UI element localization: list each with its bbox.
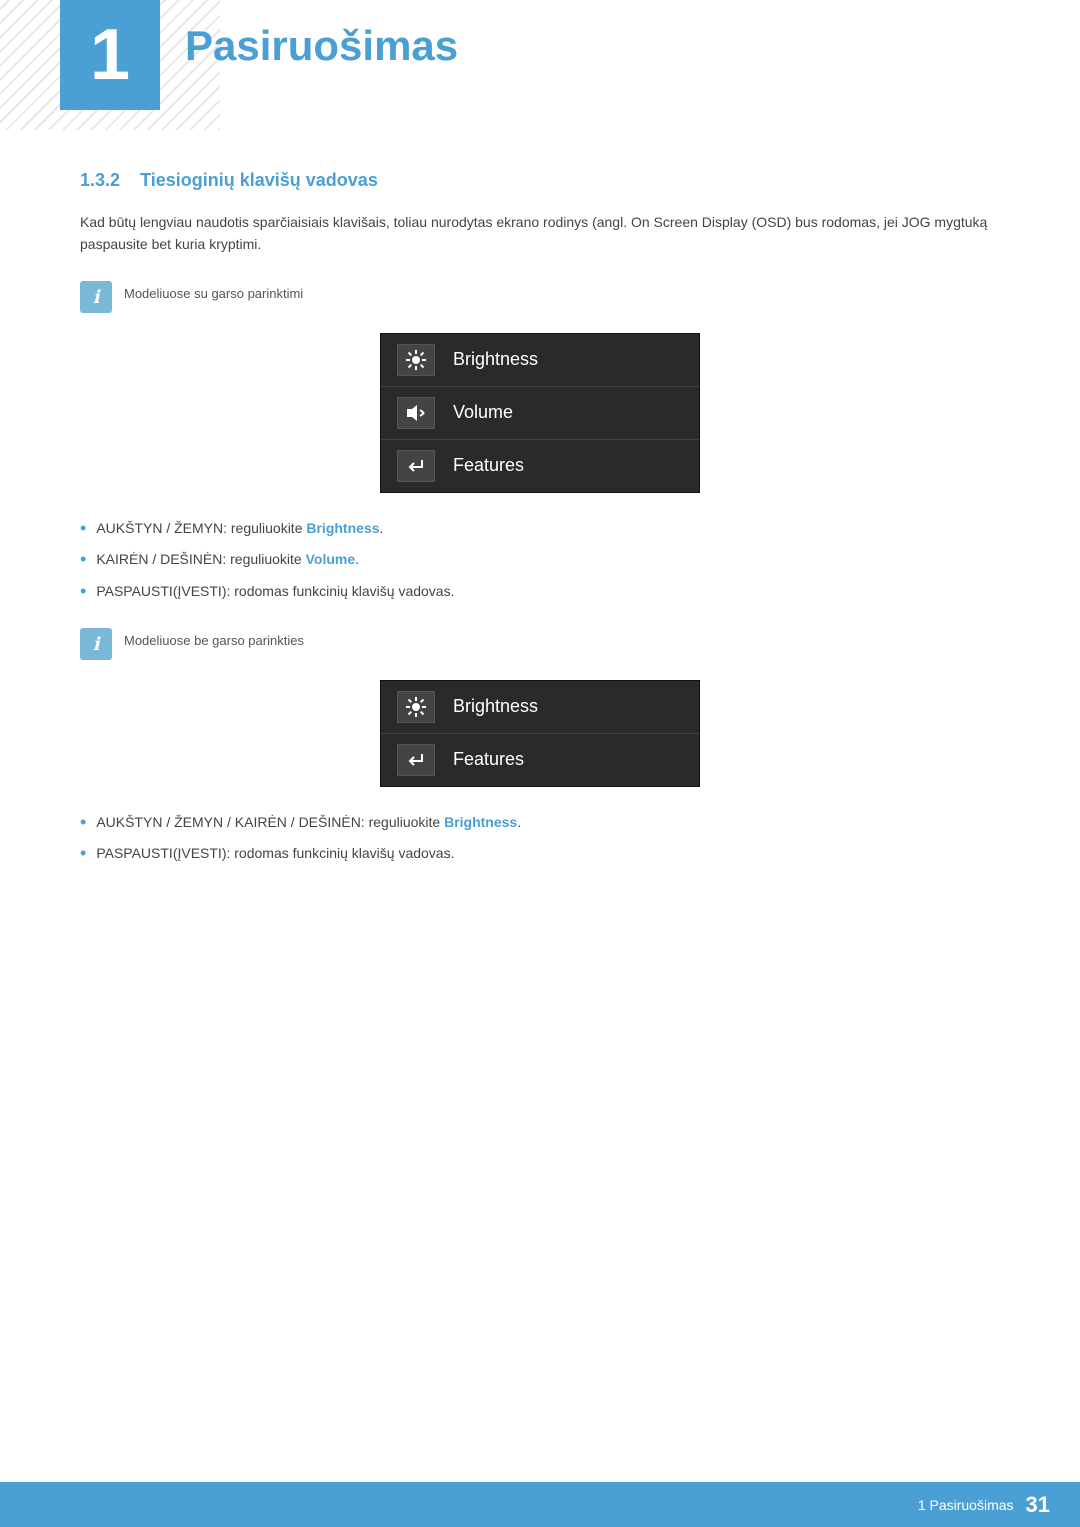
osd-label-brightness-2: Brightness <box>453 696 538 717</box>
osd-icon-features-1 <box>397 450 435 482</box>
section-title: Tiesioginių klavišų vadovas <box>140 170 378 190</box>
section-number: 1.3.2 <box>80 170 120 190</box>
osd-container-1: Brightness Volume <box>80 333 1000 493</box>
bullet-item-2-2: • PASPAUSTI(ĮVESTI): rodomas funkcinių k… <box>80 843 1000 865</box>
osd-label-features-2: Features <box>453 749 524 770</box>
note-text-1: Modeliuose su garso parinktimi <box>124 281 303 301</box>
osd-container-2: Brightness Features <box>80 680 1000 787</box>
note-text-2: Modeliuose be garso parinkties <box>124 628 304 648</box>
bullet-list-1: • AUKŠTYN / ŽEMYN: reguliuokite Brightne… <box>80 518 1000 603</box>
highlight-brightness-2: Brightness <box>444 814 517 830</box>
osd-row-features-2: Features <box>381 734 699 786</box>
enter-icon-2 <box>405 749 427 771</box>
osd-row-brightness-1: Brightness <box>381 334 699 387</box>
osd-label-volume-1: Volume <box>453 402 513 423</box>
bullet-list-2: • AUKŠTYN / ŽEMYN / KAIRĖN / DEŠINĖN: re… <box>80 812 1000 865</box>
bullet-dot-1-1: • <box>80 518 86 540</box>
bullet-item-1-2: • KAIRĖN / DEŠINĖN: reguliuokite Volume. <box>80 549 1000 571</box>
osd-icon-features-2 <box>397 744 435 776</box>
chapter-number: 1 <box>90 19 130 91</box>
volume-icon-1 <box>405 402 427 424</box>
osd-icon-brightness-2 <box>397 691 435 723</box>
bullet-dot-2-1: • <box>80 812 86 834</box>
header-area: 1 Pasiruošimas <box>0 0 1080 130</box>
bullet-text-2-1: AUKŠTYN / ŽEMYN / KAIRĖN / DEŠINĖN: regu… <box>96 812 521 833</box>
bullet-item-2-1: • AUKŠTYN / ŽEMYN / KAIRĖN / DEŠINĖN: re… <box>80 812 1000 834</box>
footer-page-number: 31 <box>1026 1492 1050 1518</box>
osd-row-brightness-2: Brightness <box>381 681 699 734</box>
bullet-text-1-3: PASPAUSTI(ĮVESTI): rodomas funkcinių kla… <box>96 581 454 602</box>
bullet-dot-1-2: • <box>80 549 86 571</box>
bullet-text-1-2: KAIRĖN / DEŠINĖN: reguliuokite Volume. <box>96 549 359 570</box>
page-footer: 1 Pasiruošimas 31 <box>0 1482 1080 1527</box>
page: 1 Pasiruošimas 1.3.2 Tiesioginių klavišų… <box>0 0 1080 1527</box>
osd-box-2: Brightness Features <box>380 680 700 787</box>
bullet-item-1-1: • AUKŠTYN / ŽEMYN: reguliuokite Brightne… <box>80 518 1000 540</box>
brightness-icon-1 <box>405 349 427 371</box>
highlight-volume-1: Volume <box>306 551 356 567</box>
note-icon-1: ℹ <box>80 281 112 313</box>
chapter-title: Pasiruošimas <box>185 22 458 70</box>
osd-label-features-1: Features <box>453 455 524 476</box>
osd-icon-brightness-1 <box>397 344 435 376</box>
osd-box-1: Brightness Volume <box>380 333 700 493</box>
note-block-1: ℹ Modeliuose su garso parinktimi <box>80 281 1000 313</box>
highlight-brightness-1: Brightness <box>306 520 379 536</box>
brightness-icon-2 <box>405 696 427 718</box>
bullet-text-1-1: AUKŠTYN / ŽEMYN: reguliuokite Brightness… <box>96 518 383 539</box>
osd-row-features-1: Features <box>381 440 699 492</box>
bullet-dot-2-2: • <box>80 843 86 865</box>
main-content: 1.3.2 Tiesioginių klavišų vadovas Kad bū… <box>0 130 1080 970</box>
osd-icon-volume-1 <box>397 397 435 429</box>
section-heading: 1.3.2 Tiesioginių klavišų vadovas <box>80 170 1000 191</box>
footer-chapter-text: 1 Pasiruošimas <box>918 1497 1014 1513</box>
bullet-item-1-3: • PASPAUSTI(ĮVESTI): rodomas funkcinių k… <box>80 581 1000 603</box>
bullet-dot-1-3: • <box>80 581 86 603</box>
osd-label-brightness-1: Brightness <box>453 349 538 370</box>
chapter-number-block: 1 <box>60 0 160 110</box>
intro-paragraph: Kad būtų lengviau naudotis sparčiaisiais… <box>80 211 1000 256</box>
bullet-text-2-2: PASPAUSTI(ĮVESTI): rodomas funkcinių kla… <box>96 843 454 864</box>
enter-icon-1 <box>405 455 427 477</box>
note-icon-2: ℹ <box>80 628 112 660</box>
osd-row-volume-1: Volume <box>381 387 699 440</box>
note-block-2: ℹ Modeliuose be garso parinkties <box>80 628 1000 660</box>
